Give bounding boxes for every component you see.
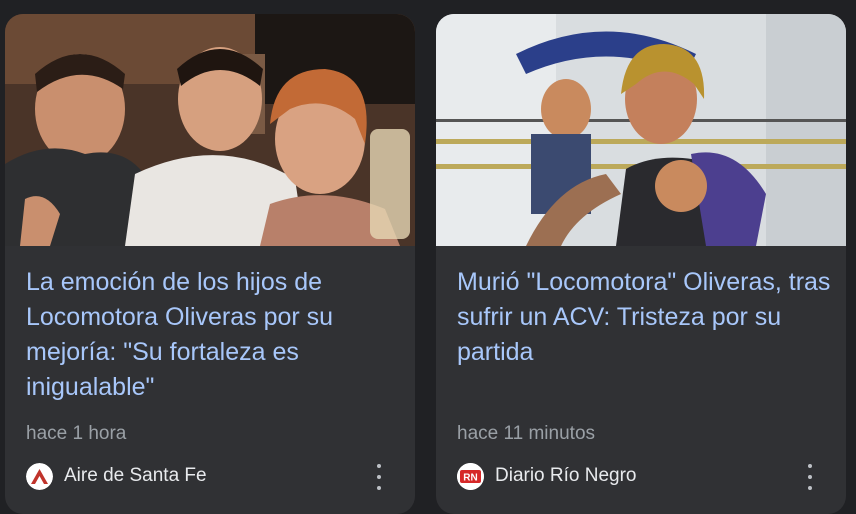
publish-time: hace 11 minutos [457,423,596,444]
source-name: Aire de Santa Fe [64,465,207,486]
article-headline[interactable]: Murió "Locomotora" Oliveras, tras sufrir… [457,265,832,370]
source[interactable]: Aire de Santa Fe [26,462,207,490]
news-carousel: La emoción de los hijos de Locomotora Ol… [0,0,856,514]
photo-boxer-punch [436,14,846,246]
diario-rio-negro-logo-icon: RN [457,462,484,490]
aire-de-santa-fe-logo-icon [26,462,53,490]
article-thumbnail[interactable] [5,14,415,246]
news-card[interactable]: Murió "Locomotora" Oliveras, tras sufrir… [436,14,846,514]
news-card[interactable]: La emoción de los hijos de Locomotora Ol… [5,14,415,514]
article-headline[interactable]: La emoción de los hijos de Locomotora Ol… [26,265,401,405]
more-vert-icon[interactable] [800,464,820,490]
source[interactable]: RN Diario Río Negro [457,462,637,490]
article-thumbnail[interactable] [436,14,846,246]
publish-time: hace 1 hora [26,423,127,444]
rn-logo-text: RN [463,472,477,483]
more-vert-icon[interactable] [369,464,389,490]
photo-family-group [5,14,415,246]
source-name: Diario Río Negro [495,465,637,486]
